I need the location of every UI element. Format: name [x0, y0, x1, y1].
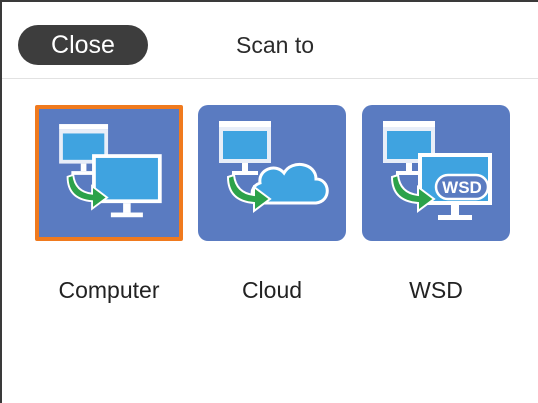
wsd-option-tile[interactable]: WSD [362, 105, 510, 241]
wsd-badge-text: WSD [442, 178, 482, 197]
scan-to-screen: Close Scan to Computer Cloud WSD WSD [0, 0, 538, 403]
wsd-option-label: WSD [409, 277, 463, 303]
computer-scan-icon [59, 124, 162, 218]
computer-option-tile[interactable] [35, 105, 183, 241]
page-title: Scan to [236, 32, 314, 58]
header-bar: Close Scan to [2, 2, 538, 79]
cloud-scan-icon [219, 121, 329, 213]
close-button[interactable]: Close [18, 25, 148, 65]
computer-option-label: Computer [58, 277, 160, 303]
cloud-option-tile[interactable] [198, 105, 346, 241]
cloud-option-label: Cloud [241, 277, 303, 303]
wsd-scan-icon: WSD [383, 121, 492, 220]
